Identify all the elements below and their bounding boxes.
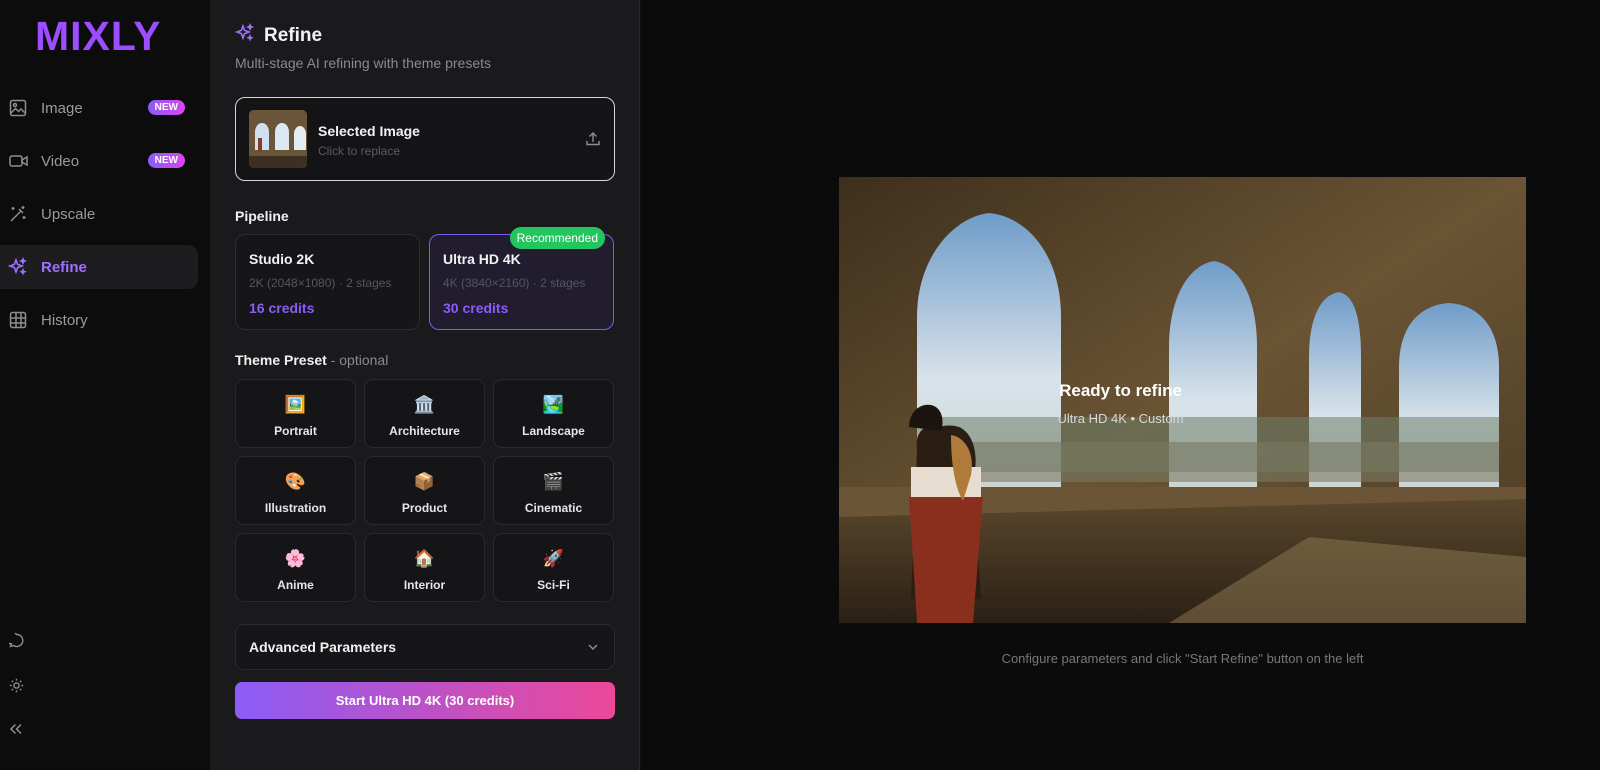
theme-cinematic[interactable]: 🎬 Cinematic — [493, 456, 614, 525]
portrait-icon: 🖼️ — [284, 395, 307, 414]
sun-icon[interactable] — [7, 676, 25, 694]
theme-label: Portrait — [274, 424, 317, 438]
start-refine-button[interactable]: Start Ultra HD 4K (30 credits) — [235, 682, 615, 719]
theme-label: Anime — [277, 578, 314, 592]
theme-label: Cinematic — [524, 501, 583, 515]
pipeline-label: Pipeline — [235, 208, 289, 224]
theme-label: Product — [401, 501, 448, 515]
clapperboard-icon: 🎬 — [542, 472, 565, 491]
sparkles-icon — [234, 22, 255, 48]
advanced-parameters-label: Advanced Parameters — [249, 639, 397, 655]
sidebar-item-label: Upscale — [41, 205, 96, 223]
theme-preset-title: Theme Preset — [235, 352, 327, 368]
sidebar-item-label: History — [41, 311, 88, 329]
theme-interior[interactable]: 🏠 Interior — [364, 533, 485, 602]
house-icon: 🏠 — [413, 549, 436, 568]
theme-anime[interactable]: 🌸 Anime — [235, 533, 356, 602]
package-icon: 📦 — [413, 472, 436, 491]
page-subtitle: Multi-stage AI refining with theme prese… — [235, 55, 492, 71]
theme-label: Illustration — [264, 501, 327, 515]
sidebar-item-image[interactable]: Image NEW — [0, 86, 198, 130]
pipeline-name: Studio 2K — [249, 251, 315, 267]
sidebar-item-label: Image — [41, 99, 83, 117]
selected-image-title: Selected Image — [318, 123, 420, 139]
pipeline-option-studio-2k[interactable]: Studio 2K 2K (2048×1080) · 2 stages 16 c… — [235, 234, 420, 330]
chevron-down-icon — [586, 640, 600, 659]
theme-illustration[interactable]: 🎨 Illustration — [235, 456, 356, 525]
advanced-parameters-toggle[interactable]: Advanced Parameters — [235, 624, 615, 670]
pipeline-credits: 16 credits — [249, 300, 315, 316]
pipeline-option-ultra-hd-4k[interactable]: Ultra HD 4K 4K (3840×2160) · 2 stages 30… — [429, 227, 614, 330]
new-badge: NEW — [147, 153, 185, 168]
theme-preset-optional: - optional — [326, 352, 389, 368]
theme-architecture[interactable]: 🏛️ Architecture — [364, 379, 485, 448]
selected-image-thumbnail — [249, 110, 307, 168]
rocket-icon: 🚀 — [542, 549, 565, 568]
theme-label: Sci-Fi — [537, 578, 570, 592]
landscape-icon: 🏞️ — [542, 395, 565, 414]
pipeline-detail: 4K (3840×2160) · 2 stages — [443, 276, 586, 290]
theme-label: Architecture — [389, 424, 460, 438]
recommended-badge: Recommended — [509, 227, 605, 249]
app-root: MIXLY Image NEW Video NEW Upscale Refine… — [0, 0, 1600, 770]
theme-preset-label: Theme Preset - optional — [235, 352, 388, 368]
pipeline-name: Ultra HD 4K — [443, 251, 521, 267]
theme-label: Interior — [403, 578, 446, 592]
sidebar-item-history[interactable]: History — [0, 298, 198, 342]
blossom-icon: 🌸 — [284, 549, 307, 568]
theme-landscape[interactable]: 🏞️ Landscape — [493, 379, 614, 448]
wand-icon — [8, 204, 28, 224]
preview-area: Ready to refine Ultra HD 4K • Custom Con… — [641, 0, 1600, 770]
logo[interactable]: MIXLY — [35, 14, 162, 58]
video-icon — [8, 151, 28, 171]
sidebar-item-video[interactable]: Video NEW — [0, 139, 198, 183]
preview-status: Ready to refine — [1059, 381, 1182, 400]
new-badge: NEW — [147, 100, 185, 115]
sparkles-icon — [8, 257, 28, 277]
preview-status-detail: Ultra HD 4K • Custom — [1057, 411, 1184, 426]
sidebar-item-upscale[interactable]: Upscale — [0, 192, 198, 236]
pipeline-credits: 30 credits — [443, 300, 509, 316]
sidebar-item-refine[interactable]: Refine — [0, 245, 198, 289]
sidebar: MIXLY Image NEW Video NEW Upscale Refine… — [0, 0, 210, 770]
selected-image-card[interactable]: Selected Image Click to replace — [235, 97, 615, 181]
sidebar-item-label: Refine — [41, 258, 87, 276]
theme-portrait[interactable]: 🖼️ Portrait — [235, 379, 356, 448]
palette-icon: 🎨 — [284, 472, 307, 491]
collapse-icon[interactable] — [7, 720, 25, 738]
preview-hint: Configure parameters and click "Start Re… — [1001, 651, 1364, 666]
refine-panel: Refine Multi-stage AI refining with them… — [210, 0, 640, 770]
panel-header: Refine — [234, 22, 323, 48]
upload-icon[interactable] — [585, 131, 601, 152]
image-icon — [8, 98, 28, 118]
pipeline-detail: 2K (2048×1080) · 2 stages — [249, 276, 392, 290]
page-title: Refine — [264, 24, 323, 46]
theme-sci-fi[interactable]: 🚀 Sci-Fi — [493, 533, 614, 602]
theme-label: Landscape — [522, 424, 585, 438]
architecture-icon: 🏛️ — [413, 395, 436, 414]
chat-icon[interactable] — [7, 631, 25, 649]
sidebar-item-label: Video — [41, 152, 80, 170]
theme-product[interactable]: 📦 Product — [364, 456, 485, 525]
selected-image-hint: Click to replace — [318, 144, 401, 158]
grid-icon — [8, 310, 28, 330]
